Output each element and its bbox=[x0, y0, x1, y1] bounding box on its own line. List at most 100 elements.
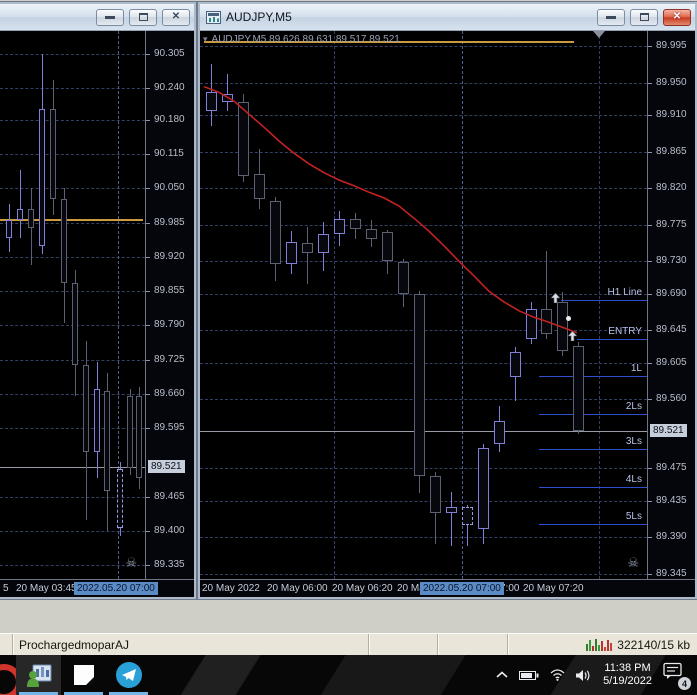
candle-body bbox=[39, 109, 45, 246]
price-axis-tick bbox=[648, 294, 652, 295]
time-axis-label: 20 May 03:45 bbox=[16, 583, 77, 594]
candle-body bbox=[270, 201, 281, 264]
candle-body bbox=[127, 396, 133, 468]
one-click-trading-toggle[interactable]: ▾ bbox=[203, 34, 208, 45]
price-axis-label: 89.995 bbox=[656, 40, 687, 51]
price-axis-label: 89.730 bbox=[656, 255, 687, 266]
price-axis-label: 89.660 bbox=[154, 388, 185, 399]
candle-body bbox=[462, 507, 473, 525]
price-axis-tick bbox=[648, 468, 652, 469]
window-title: AUDJPY,M5 bbox=[226, 10, 292, 24]
gridline-horizontal bbox=[200, 574, 647, 575]
price-axis-tick bbox=[648, 188, 652, 189]
price-axis-label: 90.240 bbox=[154, 82, 185, 93]
trade-level-line bbox=[539, 524, 647, 525]
candle-body bbox=[334, 219, 345, 234]
restore-icon bbox=[138, 13, 148, 21]
notepad-icon bbox=[73, 665, 94, 685]
restore-button[interactable] bbox=[129, 8, 157, 26]
price-axis-label: 89.950 bbox=[656, 77, 687, 88]
minimize-icon bbox=[105, 15, 115, 19]
candle-body bbox=[494, 421, 505, 444]
price-axis-tick bbox=[146, 257, 150, 258]
gridline-horizontal bbox=[0, 223, 145, 224]
price-axis-tick bbox=[648, 574, 652, 575]
left-chart-window: ✕ ☠ 90.305 90.240 90.180 90.115 90.050 89.985… bbox=[0, 1, 197, 600]
close-button[interactable]: ✕ bbox=[162, 8, 190, 26]
volume-icon[interactable] bbox=[576, 669, 592, 682]
price-axis-tick bbox=[648, 225, 652, 226]
time-axis-label: 5 bbox=[3, 583, 9, 594]
close-button[interactable]: ✕ bbox=[663, 8, 691, 26]
candle-body bbox=[446, 507, 457, 513]
expert-advisor-icon: ☠ bbox=[627, 555, 639, 570]
price-axis-tick bbox=[648, 501, 652, 502]
left-window-titlebar[interactable]: ✕ bbox=[0, 4, 194, 31]
wifi-icon[interactable] bbox=[550, 669, 565, 681]
taskbar-clock[interactable]: 11:38 PM 5/19/2022 bbox=[603, 662, 652, 688]
action-center-button[interactable]: 4 bbox=[663, 662, 691, 690]
gridline-horizontal bbox=[0, 88, 145, 89]
candle-body bbox=[254, 174, 265, 199]
gridline-horizontal bbox=[0, 188, 145, 189]
price-axis-tick bbox=[146, 188, 150, 189]
expert-advisor-icon: ☠ bbox=[125, 555, 137, 570]
candle-body bbox=[382, 232, 393, 261]
gridline-horizontal bbox=[0, 257, 145, 258]
taskbar-telegram-button[interactable] bbox=[106, 655, 151, 695]
current-price-tag: 89.521 bbox=[650, 424, 687, 437]
main-candlestick-chart[interactable]: ▾ AUDJPY,M5 89.626 89.631 89.517 89.521 … bbox=[200, 31, 647, 579]
gridline-horizontal bbox=[0, 428, 145, 429]
clock-date: 5/19/2022 bbox=[603, 675, 652, 687]
taskbar-notepad-button[interactable] bbox=[61, 655, 106, 695]
price-axis-tick bbox=[146, 325, 150, 326]
minimize-button[interactable] bbox=[96, 8, 124, 26]
left-price-axis[interactable]: 90.305 90.240 90.180 90.115 90.050 89.985 89.9… bbox=[145, 31, 194, 579]
price-axis-tick bbox=[648, 261, 652, 262]
tray-expand-icon[interactable] bbox=[496, 671, 508, 679]
gridline-horizontal bbox=[0, 54, 145, 55]
main-time-axis[interactable]: 20 May 2022 20 May 06:00 20 May 06:20 20 Ma… bbox=[200, 579, 695, 597]
price-axis-tick bbox=[648, 537, 652, 538]
candle-body bbox=[430, 476, 441, 513]
price-axis-label: 89.345 bbox=[656, 568, 687, 579]
candle-body bbox=[50, 109, 56, 199]
price-axis-label: 89.855 bbox=[154, 285, 185, 296]
price-axis-label: 89.645 bbox=[656, 324, 687, 335]
price-axis-tick bbox=[146, 497, 150, 498]
restore-button[interactable] bbox=[630, 8, 658, 26]
candle-body bbox=[17, 209, 23, 220]
candle-body bbox=[478, 448, 489, 529]
battery-icon[interactable] bbox=[519, 670, 539, 681]
price-axis-tick bbox=[648, 399, 652, 400]
main-window-titlebar[interactable]: AUDJPY,M5 ✕ bbox=[200, 4, 695, 31]
minimize-button[interactable] bbox=[597, 8, 625, 26]
candle-body bbox=[222, 94, 233, 102]
partial-app-icon[interactable] bbox=[0, 655, 16, 695]
price-axis-label: 89.465 bbox=[154, 491, 185, 502]
taskbar-mt4-button[interactable] bbox=[16, 655, 61, 695]
main-price-axis[interactable]: 89.995 89.950 89.910 89.865 89.820 89.775 89.7… bbox=[647, 31, 695, 579]
candle-body bbox=[510, 352, 521, 377]
candle-body bbox=[414, 294, 425, 476]
chart-ohlc-header: ▾ AUDJPY,M5 89.626 89.631 89.517 89.521 bbox=[203, 34, 400, 45]
price-axis-label: 89.435 bbox=[656, 495, 687, 506]
left-time-axis[interactable]: 5 20 May 03:45 2022.05.20 07:00 bbox=[0, 579, 194, 597]
price-axis-tick bbox=[146, 565, 150, 566]
candle-body bbox=[104, 391, 110, 491]
price-axis-label: 89.595 bbox=[154, 422, 185, 433]
price-axis-tick bbox=[146, 154, 150, 155]
chart-shift-marker bbox=[593, 31, 605, 38]
left-candlestick-chart[interactable]: ☠ bbox=[0, 31, 145, 579]
gridline-horizontal bbox=[200, 46, 647, 47]
clock-time: 11:38 PM bbox=[604, 662, 651, 674]
candle-body bbox=[557, 302, 568, 351]
traffic-counter: 322140/15 kb bbox=[617, 637, 690, 652]
price-axis-label: 89.865 bbox=[656, 146, 687, 157]
gridline-horizontal bbox=[200, 537, 647, 538]
price-axis-tick bbox=[146, 428, 150, 429]
price-axis-label: 89.690 bbox=[656, 288, 687, 299]
price-axis-label: 89.725 bbox=[154, 354, 185, 365]
status-bar: ProchargedmoparAJ 322140/15 kb bbox=[0, 633, 697, 655]
price-axis-tick bbox=[648, 83, 652, 84]
